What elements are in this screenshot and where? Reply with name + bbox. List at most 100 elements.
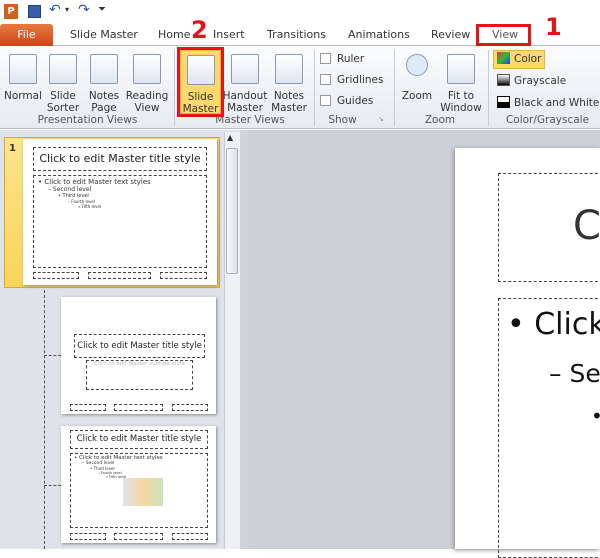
color-button[interactable]: Color — [493, 50, 545, 69]
button-label: Reading View — [125, 90, 169, 114]
button-label: Black and White — [514, 97, 600, 109]
divider — [394, 50, 395, 126]
footer-placeholder — [114, 404, 163, 411]
annotation-step-2: 2 — [191, 16, 208, 44]
powerpoint-icon[interactable]: P — [4, 4, 18, 19]
magnifier-icon — [406, 54, 428, 76]
footer-placeholder — [33, 272, 79, 279]
level-2: – Second level — [48, 186, 92, 193]
annotation-box-slide-master — [177, 47, 224, 117]
button-label: Notes Master — [271, 90, 307, 114]
slide-number: 1 — [9, 143, 16, 154]
group-label-show: Show — [328, 114, 357, 126]
level-1: • Click — [507, 307, 600, 342]
fit-to-window-icon — [447, 54, 475, 84]
checkbox-label: Ruler — [337, 53, 365, 65]
group-label-zoom: Zoom — [424, 114, 456, 126]
undo-icon[interactable]: ↶ — [49, 2, 61, 18]
thumb-body: • Click to edit Master text styles – Sec… — [70, 453, 208, 528]
tab-home[interactable]: Home — [158, 28, 190, 41]
notes-master-button[interactable]: Notes Master — [268, 50, 310, 114]
gridlines-checkbox[interactable]: Gridlines — [320, 74, 383, 86]
button-label: Slide Sorter — [46, 90, 80, 114]
level-text: Click — [534, 307, 600, 342]
level-text: Second level — [52, 186, 92, 193]
scroll-up-icon[interactable]: ▲ — [227, 133, 233, 142]
tab-file[interactable]: File — [0, 24, 53, 46]
black-and-white-button[interactable]: Black and White — [497, 96, 599, 109]
checkbox-label: Guides — [337, 95, 374, 107]
black-white-icon — [497, 96, 510, 108]
notes-page-icon — [90, 54, 118, 84]
slide-sorter-icon — [49, 54, 77, 84]
master-thumbnail[interactable]: Click to edit Master title style • Click… — [23, 139, 217, 285]
handout-master-icon — [231, 54, 259, 84]
level-text: Fifth level — [81, 204, 102, 209]
redo-icon[interactable]: ↷ — [78, 2, 90, 18]
annotation-box-view — [476, 24, 531, 46]
thumb-body: • Click to edit Master text styles – Sec… — [33, 175, 207, 268]
group-label-color-grayscale: Color/Grayscale — [505, 114, 590, 126]
level-1: • Click to edit Master text styles — [38, 178, 151, 186]
scrollbar-thumb[interactable] — [226, 148, 238, 274]
undo-dropdown-icon[interactable]: ▾ — [65, 5, 69, 14]
annotation-step-1: 1 — [545, 13, 562, 41]
layout-thumbnail-content[interactable]: Click to edit Master title style • Click… — [61, 426, 216, 543]
tab-animations[interactable]: Animations — [348, 28, 410, 41]
level-2: – Se — [549, 359, 600, 388]
button-label: Grayscale — [514, 75, 567, 87]
notes-page-button[interactable]: Notes Page — [85, 50, 123, 114]
button-label: Color — [514, 53, 542, 65]
divider — [488, 50, 489, 126]
layout-thumbnail-title[interactable]: Click to edit Master title style Click t… — [61, 297, 216, 414]
normal-view-button[interactable]: Normal — [3, 50, 43, 102]
slide-master-canvas[interactable]: C • Click – Se • — [455, 148, 600, 558]
divider — [314, 50, 315, 126]
footer-placeholder — [70, 533, 106, 540]
tab-transitions[interactable]: Transitions — [267, 28, 326, 41]
handout-master-button[interactable]: Handout Master — [222, 50, 268, 114]
grayscale-button[interactable]: Grayscale — [497, 74, 566, 87]
reading-view-button[interactable]: Reading View — [124, 50, 170, 114]
thumb-title: Click to edit Master title style — [70, 430, 208, 449]
group-label-presentation-views: Presentation Views — [37, 114, 138, 126]
reading-view-icon — [133, 54, 161, 84]
tab-slide-master[interactable]: Slide Master — [70, 28, 138, 41]
footer-placeholder — [114, 533, 163, 540]
footer-placeholder — [172, 533, 208, 540]
dialog-launcher-icon[interactable]: ↘ — [378, 115, 384, 123]
save-icon[interactable] — [28, 5, 41, 18]
fit-to-window-button[interactable]: Fit to Window — [438, 50, 484, 114]
master-body-placeholder[interactable]: • Click – Se • — [498, 298, 600, 558]
normal-view-icon — [9, 54, 37, 84]
tab-review[interactable]: Review — [431, 28, 470, 41]
customize-qat-icon[interactable]: ⏷ — [98, 4, 106, 15]
footer-placeholder — [160, 272, 207, 279]
thumb-title: Click to edit Master title style — [74, 334, 205, 358]
guides-checkbox[interactable]: Guides — [320, 95, 373, 107]
notes-master-icon — [275, 54, 303, 84]
content-placeholder-icons — [123, 478, 163, 506]
slide-sorter-button[interactable]: Slide Sorter — [44, 50, 82, 114]
layout-connector — [44, 290, 45, 549]
divider — [174, 50, 175, 126]
master-title-placeholder[interactable]: C — [498, 173, 600, 282]
button-label: Normal — [4, 90, 42, 102]
footer-placeholder — [88, 272, 151, 279]
pane-splitter[interactable] — [240, 130, 248, 549]
zoom-button[interactable]: Zoom — [398, 50, 436, 102]
thumb-title: Click to edit Master title style — [33, 147, 207, 171]
button-label: Zoom — [401, 90, 433, 102]
level-3-bullet: • — [591, 404, 600, 428]
color-icon — [497, 52, 510, 64]
grayscale-icon — [497, 74, 510, 86]
level-text: Click to edit Master text styles — [44, 178, 151, 186]
footer-placeholder — [70, 404, 106, 411]
ruler-checkbox[interactable]: Ruler — [320, 53, 364, 65]
level-5: » Fifth level — [78, 204, 102, 209]
footer-placeholder — [172, 404, 208, 411]
thumb-subtitle: Click to edit Master subtitle style — [86, 360, 193, 390]
button-label: Handout Master — [222, 90, 268, 114]
layout-connector — [44, 485, 61, 486]
tab-insert[interactable]: Insert — [213, 28, 245, 41]
